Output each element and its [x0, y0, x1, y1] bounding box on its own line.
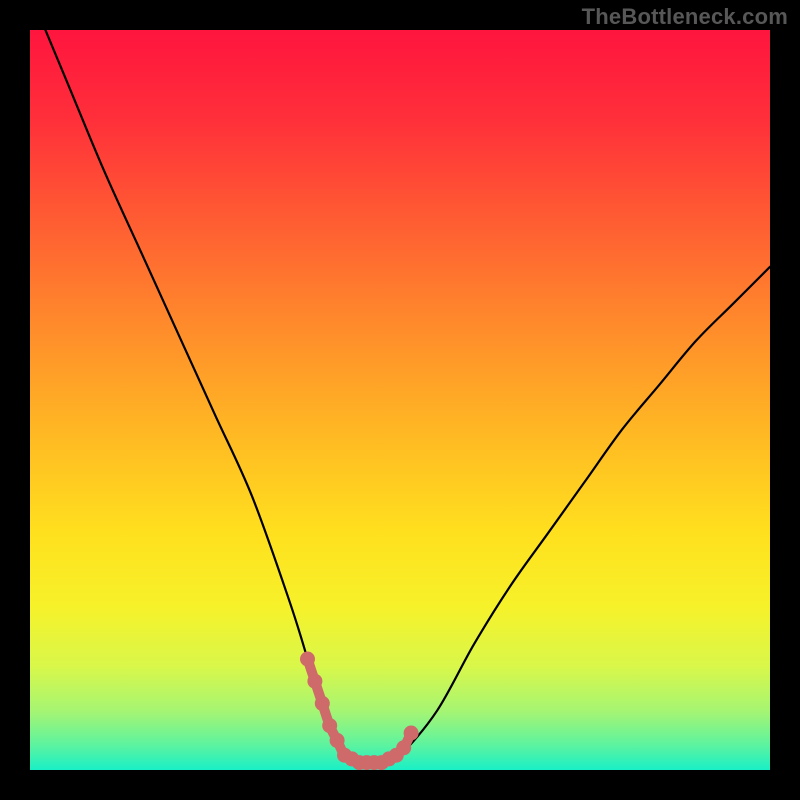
highlight-marker [307, 674, 322, 689]
highlight-marker [396, 740, 411, 755]
bottleneck-chart [0, 0, 800, 800]
plot-background [30, 30, 770, 770]
highlight-marker [315, 696, 330, 711]
highlight-marker [404, 726, 419, 741]
highlight-marker [330, 733, 345, 748]
chart-frame: TheBottleneck.com [0, 0, 800, 800]
highlight-marker [322, 718, 337, 733]
highlight-marker [300, 652, 315, 667]
attribution-label: TheBottleneck.com [582, 4, 788, 30]
